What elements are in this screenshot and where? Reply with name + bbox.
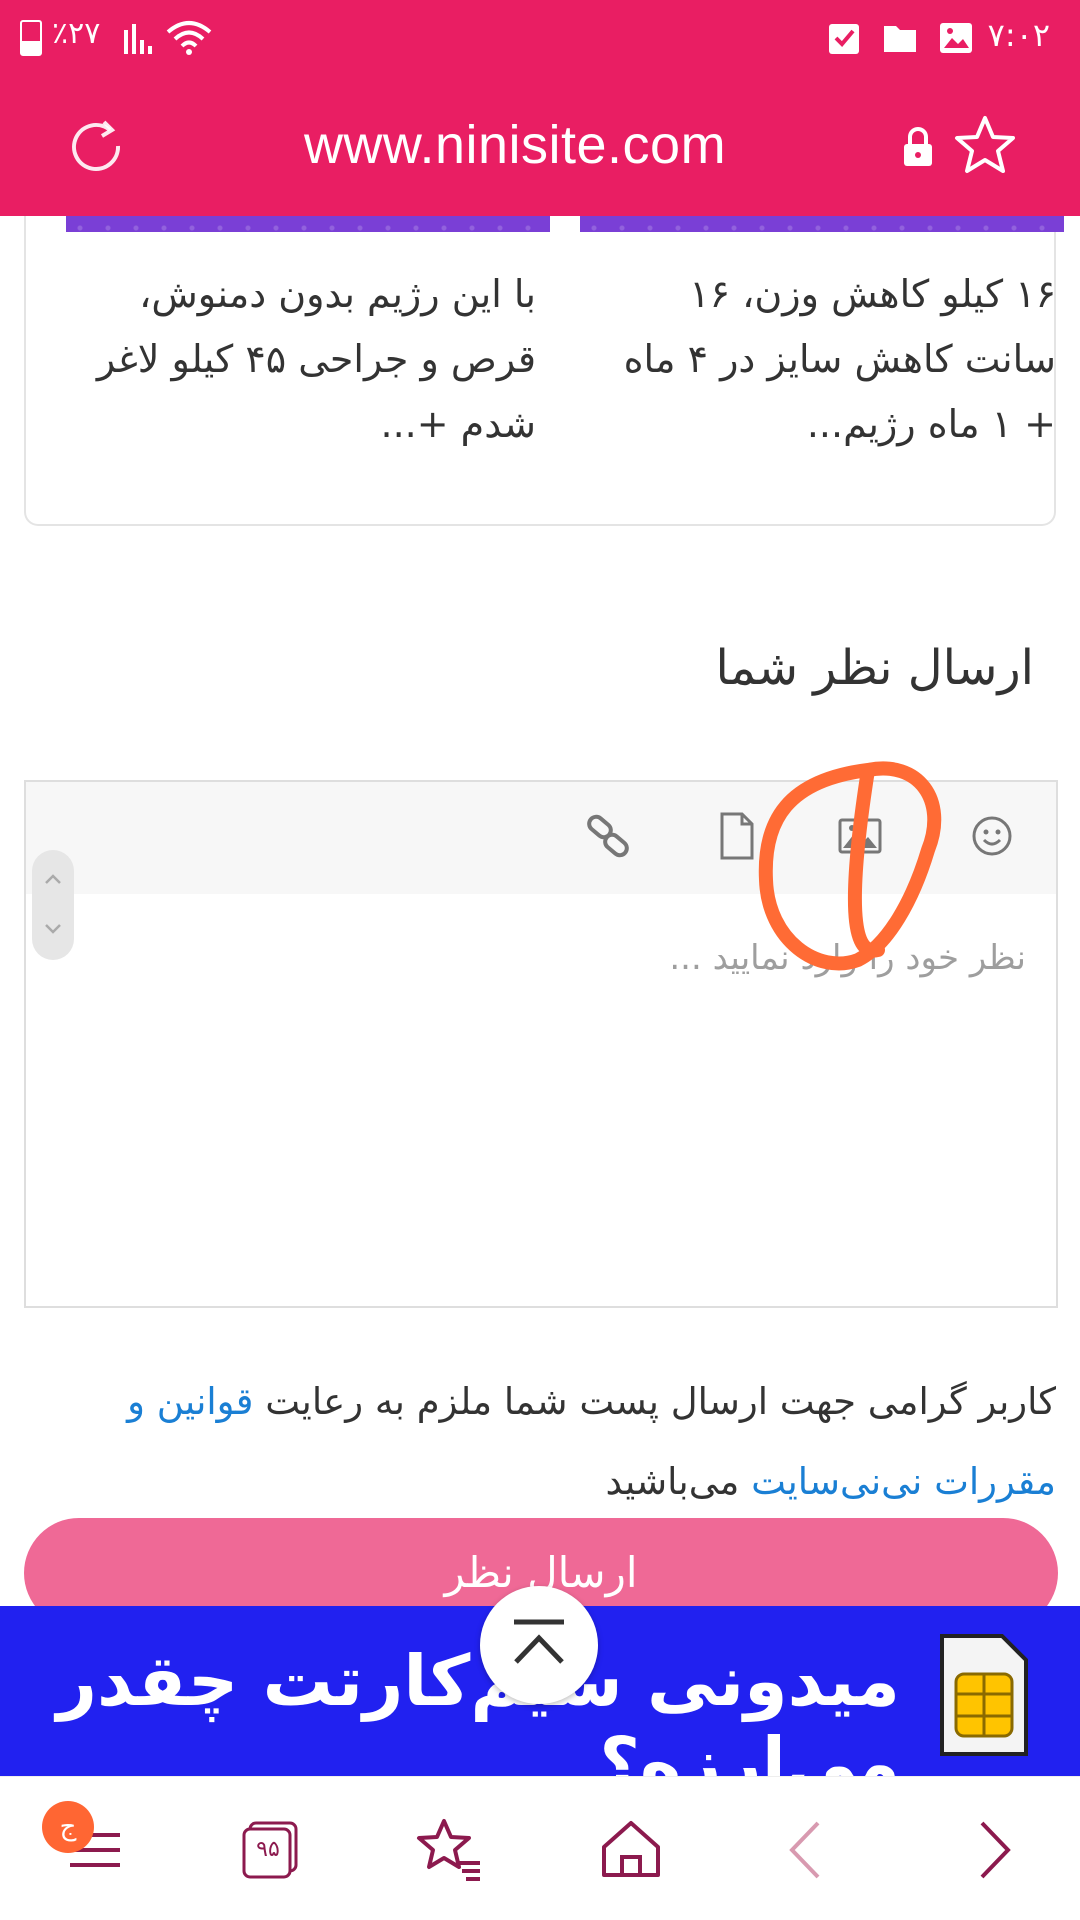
chevron-down-icon[interactable]: [41, 916, 65, 940]
comment-placeholder[interactable]: نظر خود را وارد نمایید ...: [669, 938, 1026, 978]
related-post-title[interactable]: با این رژیم بدون دمنوش، قرص و جراحی ۴۵ ک…: [86, 262, 536, 457]
tabs-count: ۹۵: [256, 1837, 280, 1862]
gallery-icon: [940, 23, 972, 53]
lock-icon[interactable]: [898, 124, 938, 168]
forward-arrow-icon[interactable]: [958, 1815, 1028, 1885]
link-icon[interactable]: [582, 810, 634, 862]
back-to-top-button[interactable]: [480, 1586, 598, 1704]
comment-section-title: ارسال نظر شما: [715, 640, 1034, 696]
bookmark-star-icon[interactable]: [954, 114, 1016, 176]
folder-icon: [884, 26, 916, 52]
ad-text[interactable]: میدونی سیم‌کارتت چقدر می‌ارزه؟: [0, 1640, 900, 1776]
browser-screen: ٪۲۷ ۷:۰۲ www.ninisite.com ۱۶ کیلو کاهش و…: [0, 0, 1080, 1920]
chevron-double-up-icon: [514, 1619, 564, 1664]
notice-suffix: می‌باشید: [605, 1460, 752, 1503]
post-thumbnail[interactable]: [66, 216, 550, 232]
emoji-icon[interactable]: [966, 810, 1018, 862]
reload-icon[interactable]: [66, 116, 126, 176]
task-check-icon: [829, 24, 859, 54]
image-icon[interactable]: [834, 810, 886, 862]
menu-badge: ج: [42, 1801, 94, 1853]
tabs-button[interactable]: ۹۵: [236, 1815, 306, 1885]
post-thumbnail[interactable]: [580, 216, 1064, 232]
battery-icon: [20, 20, 42, 56]
address-bar: www.ninisite.com: [0, 76, 1080, 216]
related-post-title[interactable]: ۱۶ کیلو کاهش وزن، ۱۶ سانت کاهش سایز در ۴…: [606, 262, 1056, 457]
home-icon[interactable]: [596, 1815, 666, 1885]
status-bar: ٪۲۷ ۷:۰۲: [0, 0, 1080, 76]
wifi-icon: [166, 21, 212, 55]
comment-editor[interactable]: نظر خود را وارد نمایید ...: [24, 780, 1058, 1308]
signal-icon: [124, 24, 152, 54]
url-field[interactable]: www.ninisite.com: [200, 114, 830, 176]
notice-prefix: کاربر گرامی جهت ارسال پست شما ملزم به رع…: [253, 1380, 1056, 1423]
related-posts-card: ۱۶ کیلو کاهش وزن، ۱۶ سانت کاهش سایز در ۴…: [24, 216, 1064, 526]
editor-toolbar: [26, 782, 1056, 894]
chevron-up-icon[interactable]: [41, 868, 65, 892]
sim-card-icon: [940, 1634, 1028, 1756]
battery-level: ٪۲۷: [52, 16, 101, 51]
status-time: ۷:۰۲: [987, 16, 1050, 54]
editor-scroll-handle[interactable]: [32, 850, 74, 960]
file-icon[interactable]: [710, 810, 762, 862]
bookmarks-star-icon[interactable]: [414, 1815, 484, 1885]
browser-bottom-nav: ج ۹۵: [0, 1776, 1080, 1920]
rules-notice: کاربر گرامی جهت ارسال پست شما ملزم به رع…: [26, 1362, 1056, 1522]
page-content: ۱۶ کیلو کاهش وزن، ۱۶ سانت کاهش سایز در ۴…: [0, 216, 1080, 1606]
back-arrow-icon[interactable]: [772, 1815, 842, 1885]
